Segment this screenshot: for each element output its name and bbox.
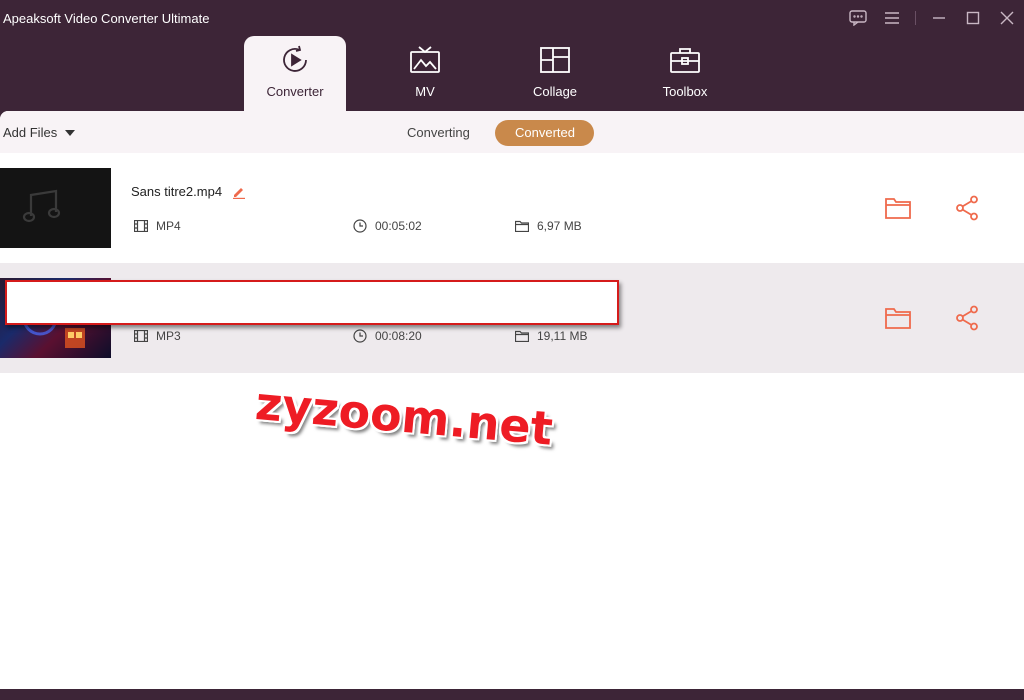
minimize-icon[interactable] bbox=[922, 6, 956, 30]
maximize-icon[interactable] bbox=[956, 6, 990, 30]
feedback-icon[interactable] bbox=[841, 6, 875, 30]
tv-icon bbox=[374, 44, 476, 76]
file-format: MP4 bbox=[134, 219, 181, 233]
converter-toolbar: Add Files Converting Converted bbox=[0, 111, 1024, 153]
clock-icon bbox=[353, 219, 367, 233]
music-note-icon bbox=[22, 189, 61, 223]
share-button[interactable] bbox=[950, 301, 984, 335]
tab-converting[interactable]: Converting bbox=[387, 120, 490, 146]
share-icon bbox=[956, 305, 978, 331]
menu-icon[interactable] bbox=[875, 6, 909, 30]
close-icon[interactable] bbox=[990, 6, 1024, 30]
file-duration-value: 00:08:20 bbox=[375, 329, 422, 343]
folder-icon bbox=[885, 308, 911, 329]
collage-icon bbox=[504, 44, 606, 76]
tab-collage-label: Collage bbox=[532, 84, 578, 99]
file-size: 6,97 MB bbox=[515, 219, 582, 233]
film-icon bbox=[134, 220, 148, 232]
file-thumbnail bbox=[0, 168, 111, 248]
open-folder-button[interactable] bbox=[881, 301, 915, 335]
file-size: 19,11 MB bbox=[515, 329, 587, 343]
file-format-value: MP3 bbox=[156, 329, 181, 343]
file-duration: 00:08:20 bbox=[353, 329, 422, 343]
file-size-value: 19,11 MB bbox=[537, 329, 588, 343]
folder-small-icon bbox=[515, 220, 529, 232]
tab-converter[interactable]: Converter bbox=[244, 36, 346, 111]
folder-small-icon bbox=[515, 330, 529, 342]
open-folder-button[interactable] bbox=[881, 191, 915, 225]
edit-icon[interactable] bbox=[232, 185, 246, 199]
tab-collage[interactable]: Collage bbox=[504, 36, 606, 111]
app-title: Apeaksoft Video Converter Ultimate bbox=[3, 11, 210, 26]
file-name-text: Sans titre2.mp4 bbox=[131, 184, 223, 199]
file-size-value: 6,97 MB bbox=[537, 219, 582, 233]
file-duration-value: 00:05:02 bbox=[375, 219, 422, 233]
film-icon bbox=[134, 330, 148, 342]
folder-icon bbox=[885, 198, 911, 219]
file-format: MP3 bbox=[134, 329, 181, 343]
file-row: Sans titre2.mp4 MP4 00:05:02 6,97 MB bbox=[0, 153, 1024, 263]
redaction-box bbox=[5, 280, 619, 325]
file-format-value: MP4 bbox=[156, 219, 181, 233]
tab-mv-label: MV bbox=[415, 84, 435, 99]
window-controls bbox=[841, 6, 1024, 30]
tab-mv[interactable]: MV bbox=[374, 36, 476, 111]
clock-icon bbox=[353, 329, 367, 343]
file-duration: 00:05:02 bbox=[353, 219, 422, 233]
title-bar: Apeaksoft Video Converter Ultimate Conve… bbox=[0, 0, 1024, 111]
converter-icon bbox=[244, 44, 346, 76]
add-files-button[interactable]: Add Files bbox=[3, 125, 76, 140]
tab-toolbox[interactable]: Toolbox bbox=[634, 36, 736, 111]
tab-converted[interactable]: Converted bbox=[495, 120, 594, 146]
share-icon bbox=[956, 195, 978, 221]
tab-converter-label: Converter bbox=[266, 84, 324, 99]
share-button[interactable] bbox=[950, 191, 984, 225]
tab-toolbox-label: Toolbox bbox=[662, 84, 708, 99]
add-files-label: Add Files bbox=[3, 125, 58, 140]
file-name: Sans titre2.mp4 bbox=[131, 184, 246, 199]
controls-divider bbox=[915, 11, 916, 25]
caret-down-icon[interactable] bbox=[65, 129, 76, 136]
toolbox-icon bbox=[634, 44, 736, 76]
